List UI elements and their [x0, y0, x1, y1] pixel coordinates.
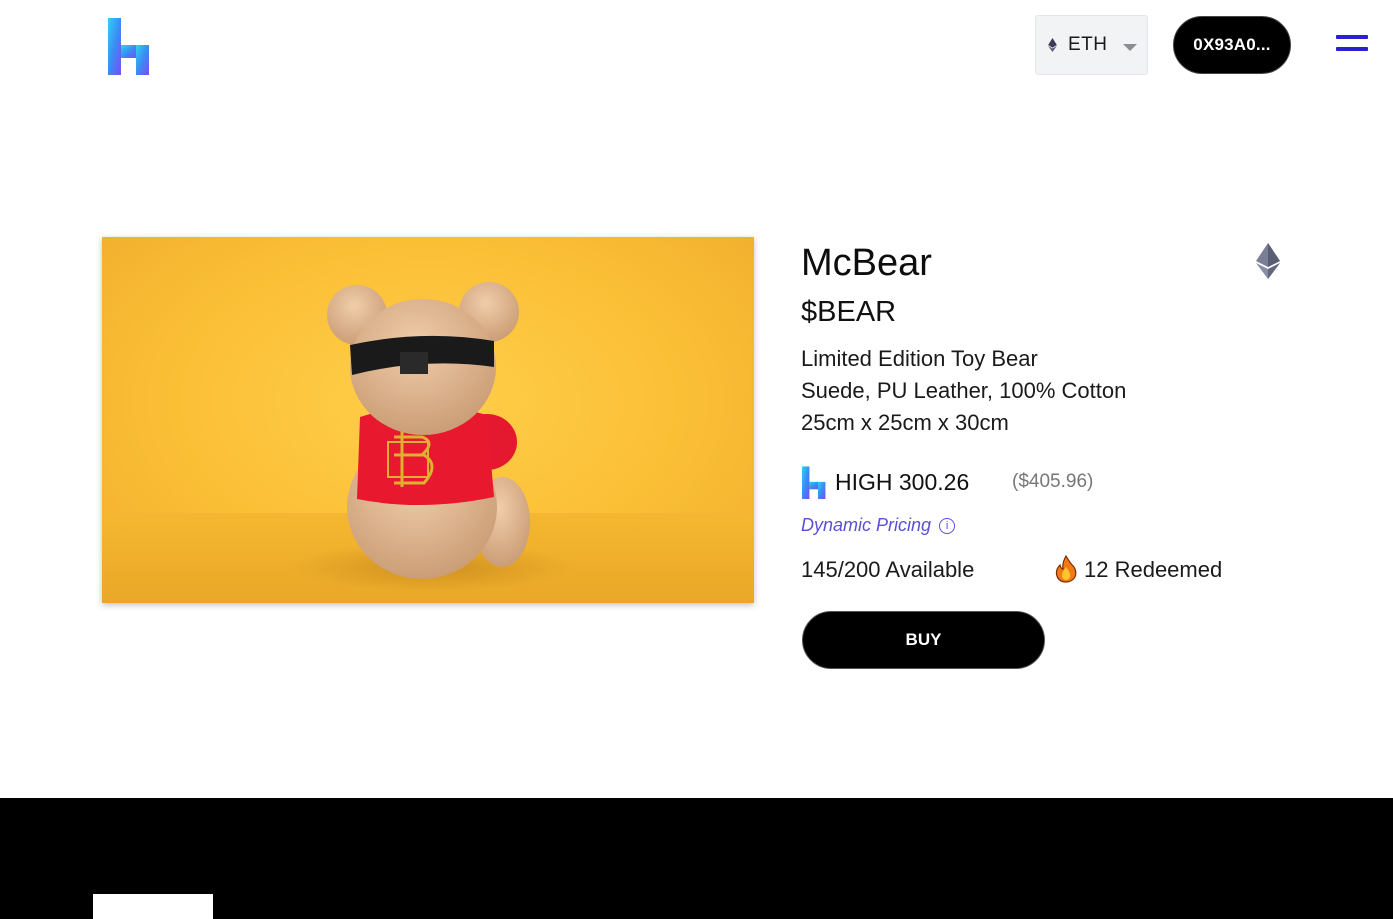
- hamburger-menu-icon[interactable]: [1336, 35, 1368, 55]
- product-description-line: Limited Edition Toy Bear: [801, 346, 1038, 371]
- product-image: [102, 237, 754, 603]
- network-label: ETH: [1068, 34, 1108, 55]
- product-title: McBear: [801, 242, 932, 284]
- teddy-bear-illustration: [292, 282, 572, 592]
- footer-logo: [93, 894, 213, 919]
- product-ticker: $BEAR: [801, 296, 897, 328]
- footer: [0, 798, 1393, 919]
- product-price: HIGH 300.26: [835, 469, 970, 495]
- product-price-usd: ($405.96): [1012, 471, 1094, 492]
- availability-count: 145/200 Available: [801, 557, 975, 582]
- ethereum-icon: [1256, 243, 1280, 279]
- brand-logo[interactable]: [108, 18, 150, 76]
- dynamic-pricing-link[interactable]: Dynamic Pricing i: [801, 515, 956, 536]
- fire-icon: [1055, 555, 1077, 583]
- network-select[interactable]: ETH: [1035, 15, 1148, 75]
- wallet-button[interactable]: 0X93A0...: [1173, 16, 1291, 74]
- info-icon[interactable]: i: [939, 517, 956, 534]
- high-token-icon: [802, 466, 826, 499]
- dynamic-pricing-label: Dynamic Pricing: [801, 515, 932, 535]
- product-description-line: Suede, PU Leather, 100% Cotton: [801, 378, 1127, 403]
- ethereum-icon: [1048, 38, 1057, 52]
- buy-button[interactable]: BUY: [802, 611, 1045, 669]
- chevron-down-icon: [1123, 44, 1137, 51]
- product-description-line: 25cm x 25cm x 30cm: [801, 410, 1009, 435]
- redeemed-count: 12 Redeemed: [1084, 557, 1223, 582]
